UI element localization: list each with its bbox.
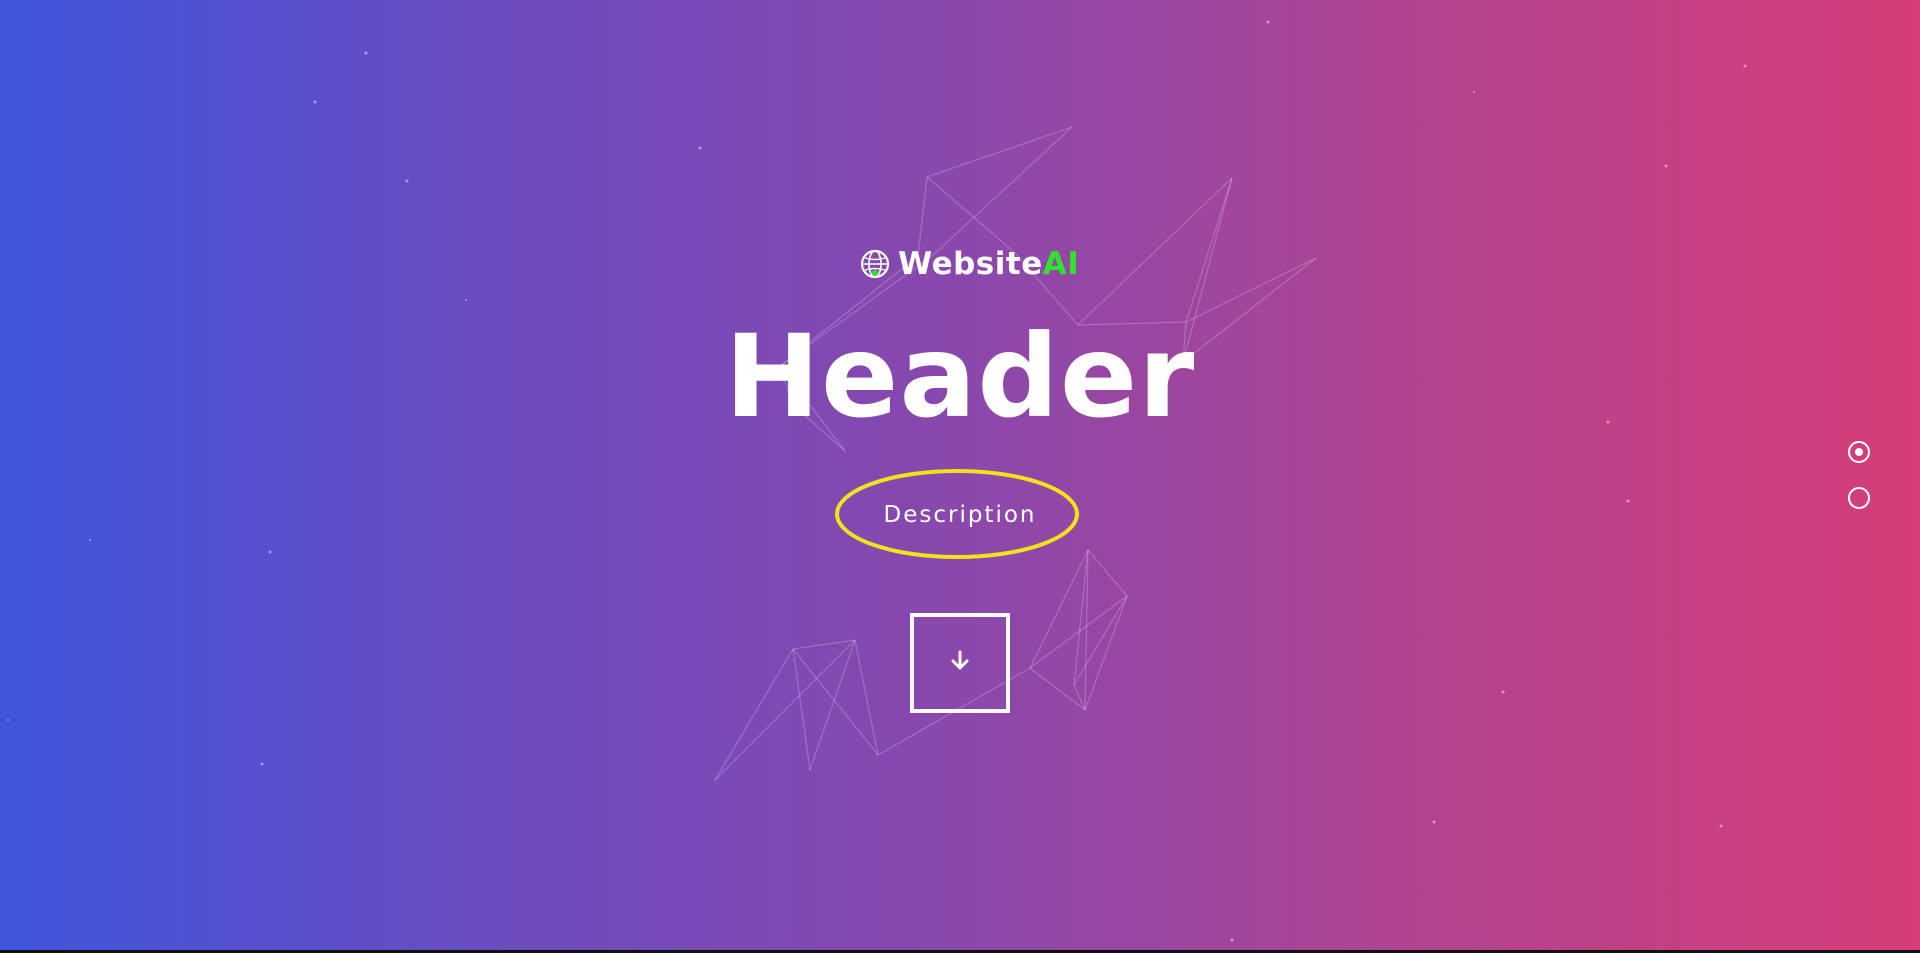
page-title: Header	[724, 310, 1196, 443]
particle-network-background	[7, 20, 1747, 942]
hero-description: Description	[883, 502, 1037, 528]
arrow-down-icon	[949, 649, 971, 678]
section-dot-2[interactable]	[1848, 487, 1870, 509]
hero-section: WebsiteAI Header Description	[0, 0, 1920, 950]
section-dot-1[interactable]	[1848, 441, 1870, 463]
globe-icon	[860, 249, 890, 279]
logo-text-main: Website	[898, 246, 1043, 282]
logo-text-accent: AI	[1042, 246, 1080, 282]
logo-wordmark: WebsiteAI	[898, 246, 1079, 282]
site-logo[interactable]: WebsiteAI	[860, 246, 1079, 282]
scroll-down-button[interactable]	[910, 613, 1010, 713]
section-dot-navigation	[1848, 441, 1874, 533]
